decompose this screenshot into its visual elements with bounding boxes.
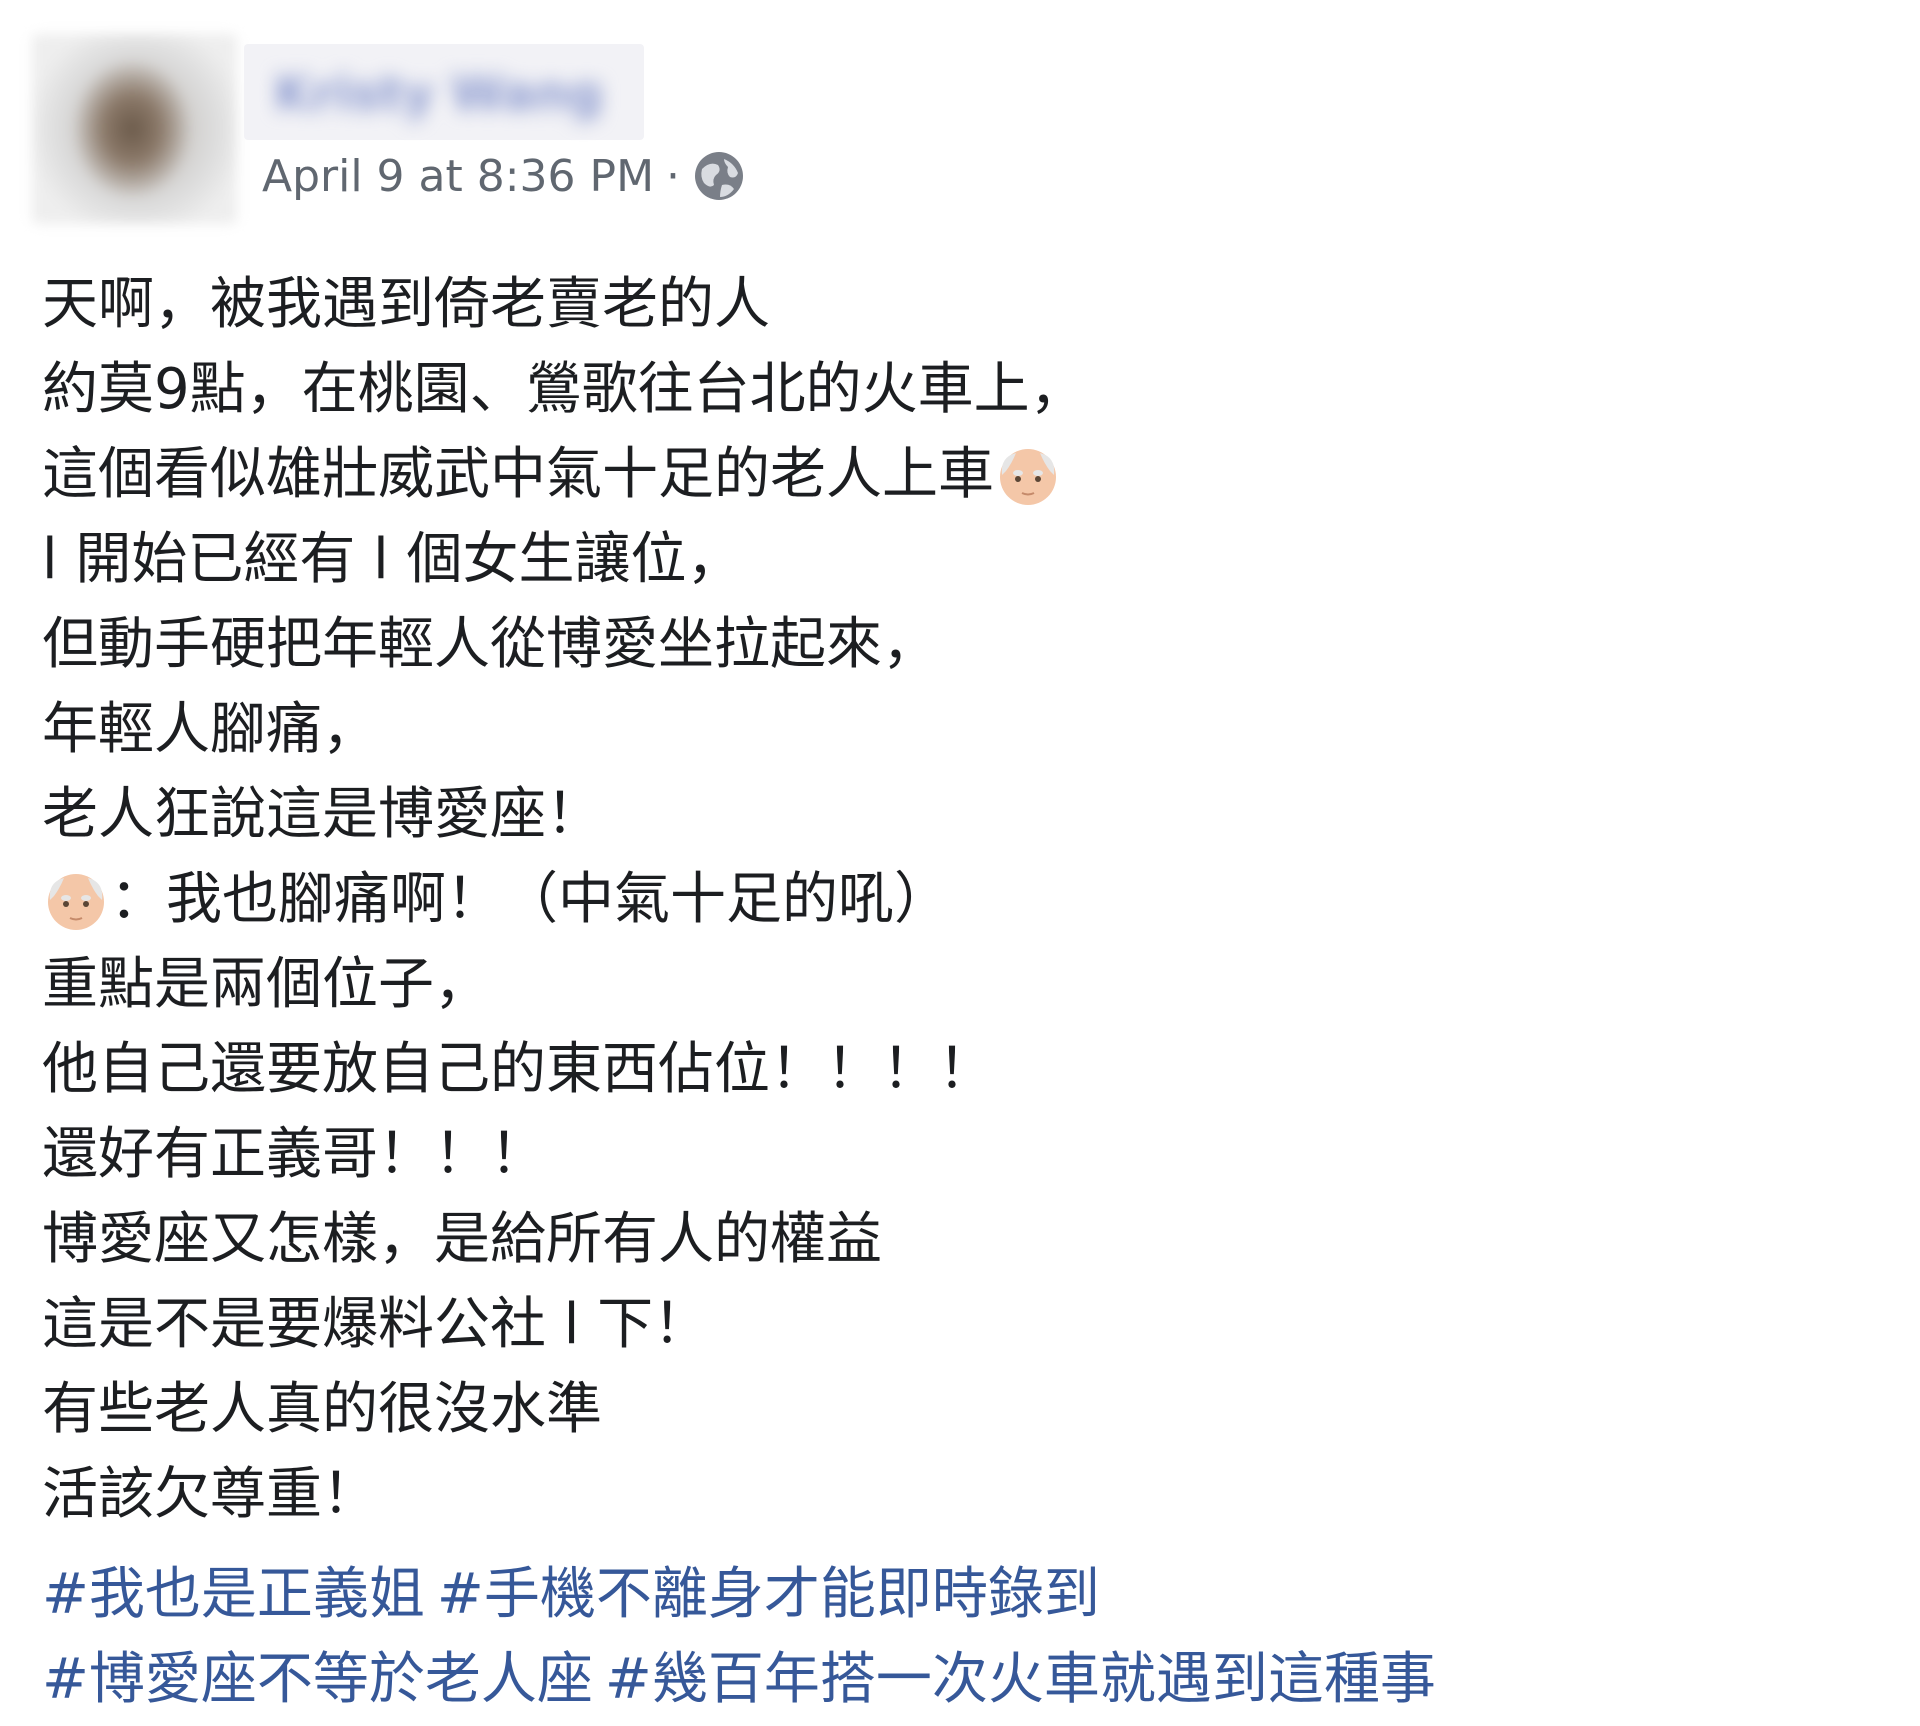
post-line: 天啊，被我遇到倚老賣老的人 — [42, 272, 770, 337]
avatar[interactable] — [32, 34, 237, 224]
post-line: 他自己還要放自己的東西佔位！！！！ — [42, 1037, 994, 1102]
post-line: ：我也腳痛啊！（中氣十足的吼） — [42, 857, 1792, 942]
post-line: 活該欠尊重！ — [42, 1462, 378, 1527]
meta-separator: · — [666, 150, 681, 202]
post-line: 約莫9點，在桃園、鶯歌往台北的火車上， — [42, 357, 1086, 422]
post-line-text: 這個看似雄壯威武中氣十足的老人上車 — [42, 442, 994, 507]
hashtag-link[interactable]: #博愛座不等於老人座 — [42, 1647, 593, 1712]
post-header: Kristy Wang April 9 at 8:36 PM · — [32, 34, 1032, 234]
post-timestamp[interactable]: April 9 at 8:36 PM — [262, 151, 654, 202]
post-line: 有些老人真的很沒水準 — [42, 1377, 602, 1442]
older-man-emoji-icon — [48, 873, 104, 930]
post-body: 天啊，被我遇到倚老賣老的人 約莫9點，在桃園、鶯歌往台北的火車上， 這個看似雄壯… — [42, 262, 1792, 1537]
facebook-post: Kristy Wang April 9 at 8:36 PM · 天啊，被我遇到… — [0, 0, 1920, 1726]
hashtag-link[interactable]: #我也是正義姐 — [42, 1562, 425, 1627]
post-line: 重點是兩個位子， — [42, 952, 490, 1017]
hashtag-link[interactable]: #幾百年搭一次火車就遇到這種事 — [605, 1647, 1436, 1712]
post-line: 老人狂說這是博愛座！ — [42, 782, 602, 847]
author-name-blurred[interactable]: Kristy Wang — [244, 44, 644, 140]
author-name[interactable]: Kristy Wang — [274, 66, 603, 122]
globe-icon[interactable] — [692, 149, 746, 203]
post-line: 但動手硬把年輕人從博愛坐拉起來， — [42, 612, 938, 677]
post-meta: April 9 at 8:36 PM · — [262, 144, 746, 208]
hashtag-link[interactable]: #手機不離身才能即時錄到 — [437, 1562, 1100, 1627]
post-line: 還好有正義哥！！！ — [42, 1122, 546, 1187]
older-man-emoji-icon — [1000, 448, 1056, 505]
post-line: 這個看似雄壯威武中氣十足的老人上車 — [42, 432, 1792, 517]
post-line: 博愛座又怎樣，是給所有人的權益 — [42, 1207, 882, 1272]
hashtag-list: #我也是正義姐 #手機不離身才能即時錄到 #博愛座不等於老人座 #幾百年搭一次火車就… — [42, 1552, 1448, 1722]
post-line: 年輕人腳痛， — [42, 697, 378, 762]
post-line: 這是不是要爆料公社 l 下！ — [42, 1292, 710, 1357]
hashtag-row: #博愛座不等於老人座 #幾百年搭一次火車就遇到這種事 — [42, 1637, 1448, 1722]
hashtag-row: #我也是正義姐 #手機不離身才能即時錄到 — [42, 1552, 1448, 1637]
post-line-text: ：我也腳痛啊！（中氣十足的吼） — [110, 867, 950, 932]
post-line: l 開始已經有 l 個女生讓位， — [42, 527, 743, 592]
